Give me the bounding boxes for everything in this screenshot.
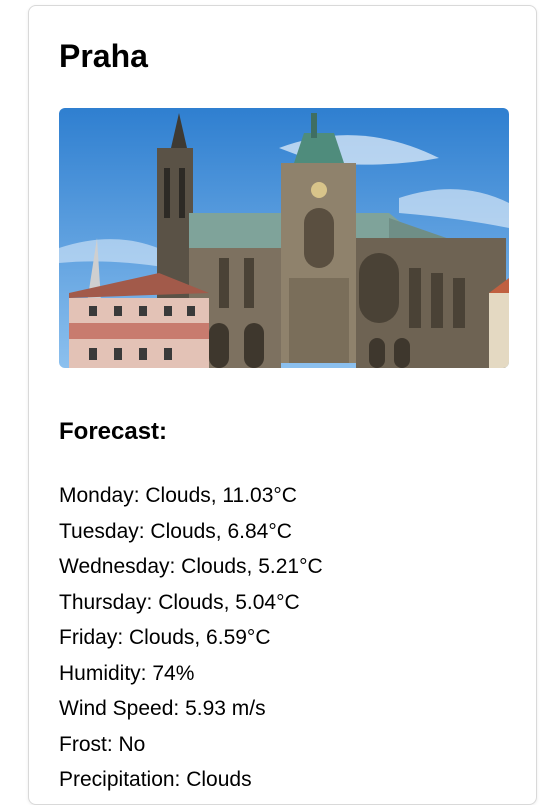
forecast-line-wednesday: Wednesday: Clouds, 5.21°C bbox=[59, 555, 323, 578]
forecast-heading: Forecast: bbox=[59, 418, 168, 445]
weather-card: Praha Forecast: Monday: Clouds, 11.03°C … bbox=[28, 5, 537, 805]
city-title: Praha bbox=[59, 38, 148, 74]
humidity-line: Humidity: 74% bbox=[59, 661, 195, 685]
forecast-line-thursday: Thursday: Clouds, 5.04°C bbox=[59, 590, 300, 614]
forecast-line-tuesday: Tuesday: Clouds, 6.84°C bbox=[59, 519, 292, 543]
forecast-list: Monday: Clouds, 11.03°C Tuesday: Clouds,… bbox=[59, 478, 323, 798]
forecast-line-friday: Friday: Clouds, 6.59°C bbox=[59, 626, 271, 649]
forecast-line-monday: Monday: Clouds, 11.03°C bbox=[59, 484, 297, 507]
city-photo bbox=[59, 108, 509, 368]
precipitation-line: Precipitation: Clouds bbox=[59, 768, 252, 791]
frost-line: Frost: No bbox=[59, 732, 146, 756]
wind-speed-line: Wind Speed: 5.93 m/s bbox=[59, 697, 266, 720]
